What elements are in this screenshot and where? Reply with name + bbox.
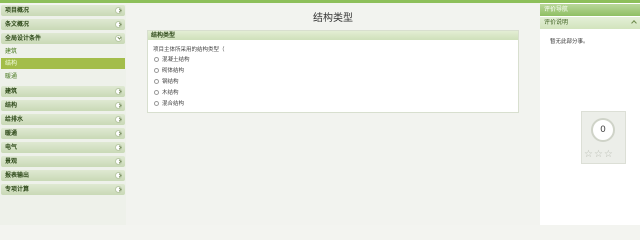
chevron-down-icon (115, 130, 122, 137)
sidebar-subitem-structure[interactable]: 结构 (1, 58, 125, 69)
chevron-down-icon (115, 144, 122, 151)
option-wood[interactable]: 木结构 (154, 89, 179, 97)
chevron-down-icon (115, 116, 122, 123)
sidebar-item-architecture[interactable]: 建筑 (1, 86, 125, 97)
chevron-up-icon (631, 20, 637, 26)
sidebar-item-global-design[interactable]: 全局设计条件 (1, 33, 125, 44)
sidebar-item-landscape[interactable]: 景观 (1, 156, 125, 167)
chevron-down-icon (115, 7, 122, 14)
evaluation-description-header[interactable]: 评价说明 (540, 17, 640, 29)
sidebar-item-label: 给排水 (5, 116, 24, 123)
sidebar-item-label: 全局设计条件 (5, 35, 42, 42)
sidebar-item-project-overview[interactable]: 项目概况 (1, 5, 125, 16)
sidebar-item-electrical[interactable]: 电气 (1, 142, 125, 153)
sidebar-item-label: 报表输出 (5, 172, 30, 179)
sidebar-item-clause-overview[interactable]: 条文概况 (1, 19, 125, 30)
radio-button[interactable] (154, 68, 159, 73)
radio-button[interactable] (154, 101, 159, 106)
score-card: 0 ☆☆☆ (581, 111, 626, 164)
radio-button[interactable] (154, 79, 159, 84)
sidebar-item-label: 建筑 (5, 88, 18, 95)
radio-button[interactable] (154, 90, 159, 95)
sidebar-item-label: 景观 (5, 158, 18, 165)
sidebar-item-report-output[interactable]: 报表输出 (1, 170, 125, 181)
evaluation-description-text: 暂无此部分事。 (550, 39, 589, 45)
chevron-down-icon (115, 21, 122, 28)
sidebar-nav: 项目概况 条文概况 全局设计条件 建筑 结构 暖通 建筑 结构 给排水 暖通 电… (0, 5, 126, 225)
page-title: 结构类型 (313, 13, 353, 24)
question-text: 项目主体所采用的结构类型（ (153, 47, 225, 53)
sidebar-item-label: 暖通 (5, 130, 18, 137)
sidebar-item-plumbing[interactable]: 给排水 (1, 114, 125, 125)
chevron-down-icon (115, 186, 122, 193)
sidebar-subitem-architecture[interactable]: 建筑 (1, 46, 125, 57)
chevron-up-icon (115, 35, 122, 42)
option-steel[interactable]: 钢结构 (154, 78, 179, 86)
option-masonry[interactable]: 砌体结构 (154, 67, 184, 75)
score-value: 0 (591, 118, 615, 142)
option-concrete[interactable]: 混凝土结构 (154, 56, 190, 64)
sidebar-item-structure[interactable]: 结构 (1, 100, 125, 111)
chevron-down-icon (115, 158, 122, 165)
option-mixed[interactable]: 混合结构 (154, 100, 184, 108)
sidebar-subitem-hvac[interactable]: 暖通 (1, 71, 125, 82)
sidebar-item-special-calc[interactable]: 专项计算 (1, 184, 125, 195)
sidebar-item-label: 结构 (5, 102, 18, 109)
sidebar-item-label: 电气 (5, 144, 18, 151)
star-rating-icon[interactable]: ☆☆☆ (584, 149, 626, 160)
main-content: 结构类型 结构类型 项目主体所采用的结构类型（ 混凝土结构 砌体结构 钢结构 木… (126, 3, 540, 225)
chevron-down-icon (115, 102, 122, 109)
sidebar-item-label: 项目概况 (5, 7, 30, 14)
sidebar-item-label: 条文概况 (5, 21, 30, 28)
radio-button[interactable] (154, 57, 159, 62)
evaluation-nav-header[interactable]: 评价导航 (540, 4, 640, 16)
sidebar-item-label: 专项计算 (5, 186, 30, 193)
chevron-down-icon (115, 88, 122, 95)
sidebar-item-hvac[interactable]: 暖通 (1, 128, 125, 139)
structure-type-panel: 结构类型 项目主体所采用的结构类型（ 混凝土结构 砌体结构 钢结构 木结构 混合… (147, 30, 519, 113)
panel-header: 结构类型 (148, 31, 518, 40)
chevron-down-icon (115, 172, 122, 179)
